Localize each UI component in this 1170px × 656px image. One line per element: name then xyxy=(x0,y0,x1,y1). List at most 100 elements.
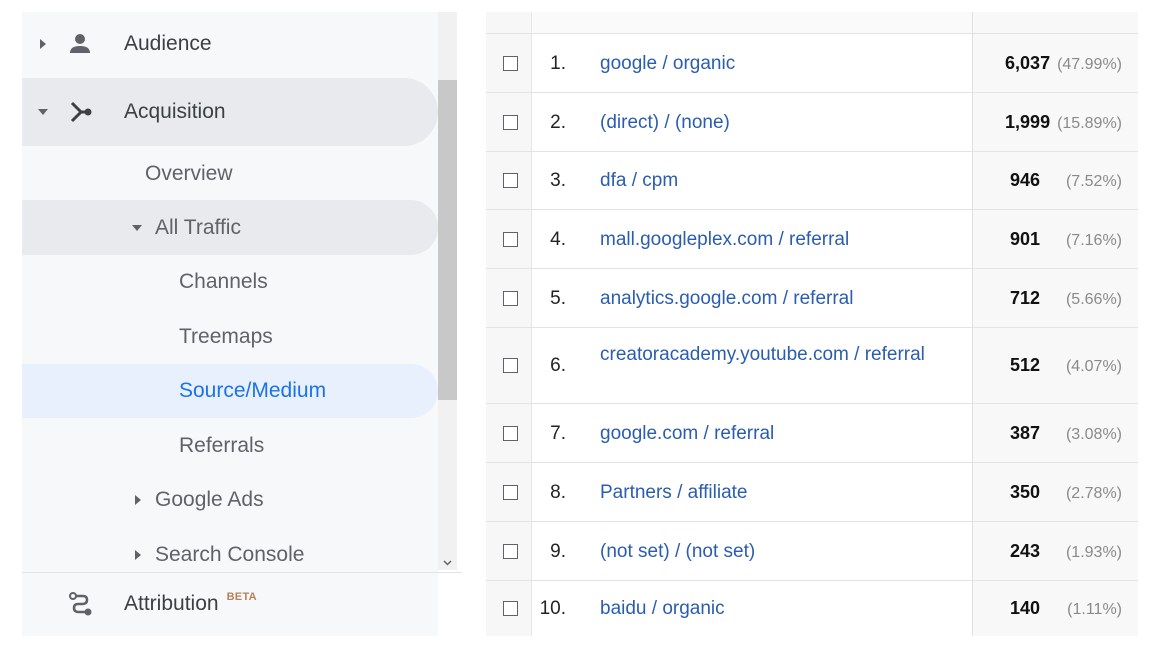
source-medium-link[interactable]: (not set) / (not set) xyxy=(600,541,930,563)
table-header-strip xyxy=(533,12,972,33)
row-number: 1. xyxy=(550,53,566,74)
row-checkbox[interactable] xyxy=(503,544,518,559)
sidebar-item-treemaps[interactable]: Treemaps xyxy=(22,309,438,365)
source-medium-link[interactable]: Partners / affiliate xyxy=(600,482,930,504)
caret-right-icon[interactable] xyxy=(135,550,141,560)
caret-right-icon[interactable] xyxy=(135,495,141,505)
row-checkbox[interactable] xyxy=(503,115,518,130)
sessions-cell: 6,037 (47.99%) xyxy=(962,53,1122,74)
sessions-cell: 901 (7.16%) xyxy=(962,229,1122,250)
row-number: 2. xyxy=(550,112,566,133)
sidebar-item-label: Acquisition xyxy=(124,100,226,123)
table-row: 2. (direct) / (none) 1,999 (15.89%) xyxy=(486,92,1138,151)
sidebar-item-label: Treemaps xyxy=(179,325,273,348)
source-medium-link[interactable]: analytics.google.com / referral xyxy=(600,288,930,310)
table-row: 5. analytics.google.com / referral 712 (5.6… xyxy=(486,268,1138,327)
attribution-label: Attribution xyxy=(124,592,219,615)
sessions-percent: (1.93%) xyxy=(1065,544,1122,561)
row-number: 8. xyxy=(550,482,566,503)
sessions-value: 712 xyxy=(1009,288,1040,308)
sessions-percent: (4.07%) xyxy=(1065,358,1122,375)
sidebar-item-label: Audience xyxy=(124,32,212,55)
sessions-value: 387 xyxy=(1009,423,1040,443)
sessions-cell: 140 (1.11%) xyxy=(962,598,1122,619)
sessions-value: 243 xyxy=(1009,541,1040,561)
sidebar-item-audience[interactable]: Audience xyxy=(22,16,438,72)
sidebar-item-label: Referrals xyxy=(179,434,265,457)
table-row: 3. dfa / cpm 946 (7.52%) xyxy=(486,151,1138,209)
sidebar-item-label: Attribution BETA xyxy=(124,591,257,616)
sessions-cell: 1,999 (15.89%) xyxy=(962,112,1122,133)
sidebar-item-all-traffic[interactable]: All Traffic xyxy=(22,200,438,255)
row-checkbox[interactable] xyxy=(503,56,518,71)
sidebar-item-google-ads[interactable]: Google Ads xyxy=(22,472,438,528)
row-checkbox[interactable] xyxy=(503,601,518,616)
row-number: 3. xyxy=(550,170,566,191)
source-medium-link[interactable]: creatoracademy.youtube.com / referral xyxy=(600,344,930,366)
row-number: 9. xyxy=(550,541,566,562)
sidebar-item-referrals[interactable]: Referrals xyxy=(22,418,438,474)
sidebar-item-channels[interactable]: Channels xyxy=(22,254,438,310)
source-medium-link[interactable]: (direct) / (none) xyxy=(600,112,930,134)
beta-badge: BETA xyxy=(226,591,257,603)
caret-right-icon[interactable] xyxy=(40,39,46,49)
sessions-value: 140 xyxy=(1009,598,1040,618)
sessions-value: 6,037 xyxy=(1005,53,1051,73)
row-number: 6. xyxy=(550,355,566,376)
sessions-percent: (5.66%) xyxy=(1065,291,1122,308)
source-medium-link[interactable]: google.com / referral xyxy=(600,423,930,445)
sessions-value: 1,999 xyxy=(1005,112,1051,132)
caret-down-icon[interactable] xyxy=(38,109,48,115)
row-checkbox[interactable] xyxy=(503,485,518,500)
sidebar-item-label: Source/Medium xyxy=(179,379,327,402)
sidebar-item-attribution[interactable]: Attribution BETA xyxy=(22,576,438,632)
row-number: 7. xyxy=(550,423,566,444)
source-medium-link[interactable]: dfa / cpm xyxy=(600,170,930,192)
row-checkbox[interactable] xyxy=(503,426,518,441)
table-row: 7. google.com / referral 387 (3.08%) xyxy=(486,403,1138,462)
row-checkbox[interactable] xyxy=(503,291,518,306)
sessions-percent: (3.08%) xyxy=(1065,426,1122,443)
source-medium-link[interactable]: mall.googleplex.com / referral xyxy=(600,229,930,251)
sidebar-nav: Audience Acquisition Overview All Traffi… xyxy=(22,12,438,636)
sessions-percent: (7.52%) xyxy=(1065,173,1122,190)
sessions-cell: 387 (3.08%) xyxy=(962,423,1122,444)
sidebar-item-label: All Traffic xyxy=(155,215,241,239)
table-row: 6. creatoracademy.youtube.com / referral 5… xyxy=(486,327,1138,403)
sessions-percent: (47.99%) xyxy=(1057,56,1122,73)
sessions-cell: 946 (7.52%) xyxy=(962,170,1122,191)
table-row: 10. baidu / organic 140 (1.11%) xyxy=(486,580,1138,636)
sidebar-item-label: Overview xyxy=(145,162,233,185)
sidebar-item-label: Channels xyxy=(179,270,268,293)
source-medium-link[interactable]: google / organic xyxy=(600,53,930,75)
analytics-page: Audience Acquisition Overview All Traffi… xyxy=(0,0,1170,656)
sidebar-item-acquisition[interactable]: Acquisition xyxy=(22,78,438,146)
acquisition-icon xyxy=(70,101,92,123)
source-medium-link[interactable]: baidu / organic xyxy=(600,598,930,620)
caret-down-icon[interactable] xyxy=(132,224,142,231)
sessions-cell: 350 (2.78%) xyxy=(962,482,1122,503)
sidebar-item-source-medium[interactable]: Source/Medium xyxy=(22,364,438,418)
table-row: 8. Partners / affiliate 350 (2.78%) xyxy=(486,462,1138,521)
sessions-value: 946 xyxy=(1009,170,1040,190)
table-row: 9. (not set) / (not set) 243 (1.93%) xyxy=(486,521,1138,580)
row-checkbox[interactable] xyxy=(503,173,518,188)
sidebar-item-overview[interactable]: Overview xyxy=(22,146,438,202)
sessions-value: 350 xyxy=(1009,482,1040,502)
sidebar-item-label: Google Ads xyxy=(155,488,264,511)
sessions-cell: 712 (5.66%) xyxy=(962,288,1122,309)
table-row: 1. google / organic 6,037 (47.99%) xyxy=(486,33,1138,92)
table-row: 4. mall.googleplex.com / referral 901 (7.16… xyxy=(486,209,1138,268)
source-medium-table: 1. google / organic 6,037 (47.99%) 2. (direct… xyxy=(486,12,1138,636)
row-checkbox[interactable] xyxy=(503,358,518,373)
sessions-value: 512 xyxy=(1009,355,1040,375)
sessions-percent: (2.78%) xyxy=(1065,485,1122,502)
sidebar-item-search-console[interactable]: Search Console xyxy=(22,527,438,583)
sessions-value: 901 xyxy=(1009,229,1040,249)
sessions-percent: (1.11%) xyxy=(1067,601,1122,618)
sidebar-scrollbar-thumb[interactable] xyxy=(438,80,457,400)
sessions-percent: (15.89%) xyxy=(1057,115,1122,132)
sessions-percent: (7.16%) xyxy=(1065,232,1122,249)
row-checkbox[interactable] xyxy=(503,232,518,247)
scroll-down-icon[interactable] xyxy=(443,558,452,567)
